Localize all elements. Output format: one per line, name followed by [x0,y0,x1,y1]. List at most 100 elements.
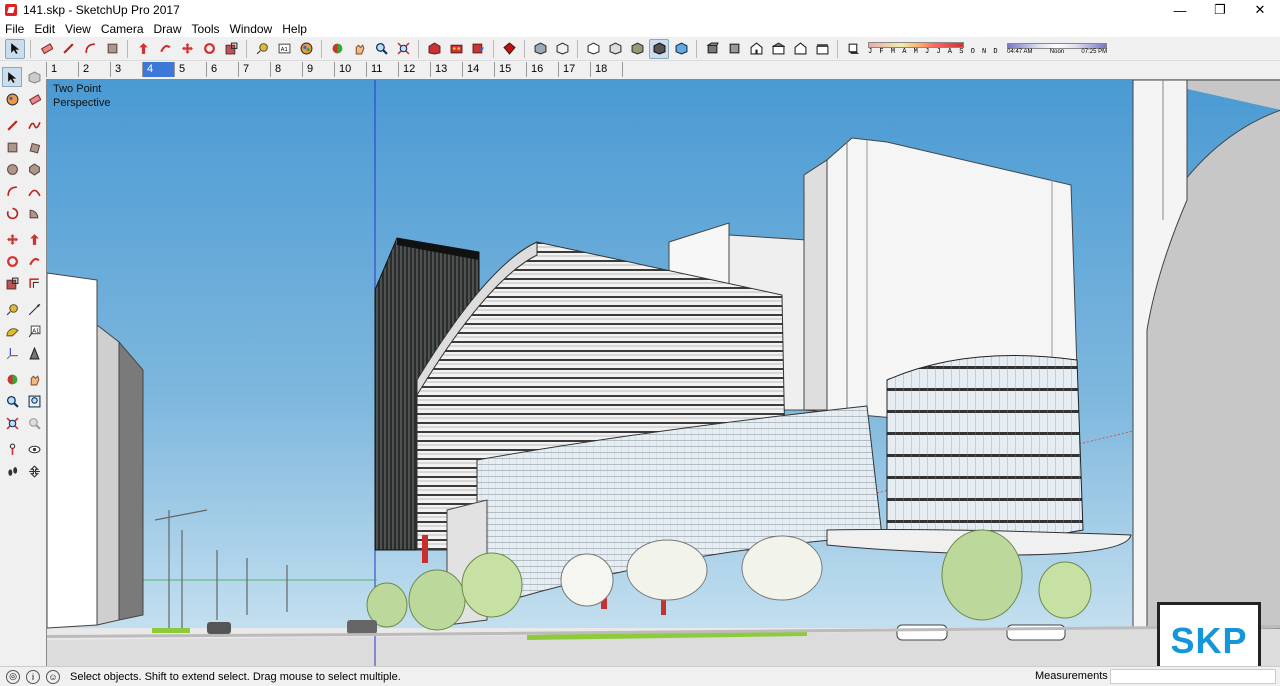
move-tool-button[interactable] [177,39,197,59]
user-account-icon[interactable]: ☺ [46,669,60,684]
scene-tab-12[interactable]: 12 [398,62,430,77]
shape-tool-button[interactable] [102,39,122,59]
zoom-tool-button[interactable] [371,39,391,59]
front-view-button[interactable] [746,39,766,59]
left-view-button[interactable] [812,39,832,59]
paint-bucket-tool[interactable] [2,89,22,109]
arc-tool[interactable] [2,181,22,201]
line-tool-button[interactable] [58,39,78,59]
scene-tab-2[interactable]: 2 [78,62,110,77]
back-view-button[interactable] [790,39,810,59]
select-tool-button[interactable] [5,38,25,59]
menu-view[interactable]: View [60,22,96,36]
pan-tool[interactable] [24,369,44,389]
scene-tab-8[interactable]: 8 [270,62,302,77]
measurements-input[interactable] [1110,669,1276,684]
shaded-textures-style-button[interactable] [649,38,669,59]
shadow-date-slider[interactable]: J F M A M J J A S O N D [868,41,999,56]
credits-info-icon[interactable]: i [26,669,40,684]
extension-warehouse-button[interactable] [446,39,466,59]
textured-style-button[interactable] [627,39,647,59]
look-around-tool[interactable] [24,439,44,459]
scene-tab-14[interactable]: 14 [462,62,494,77]
pan-tool-button[interactable] [349,39,369,59]
section-plane-tool[interactable] [24,461,44,481]
scene-tab-3[interactable]: 3 [110,62,142,77]
menu-tools[interactable]: Tools [187,22,225,36]
zoom-tool[interactable] [2,391,22,411]
position-camera-tool[interactable] [2,439,22,459]
text-tool[interactable]: A1 [24,321,44,341]
shaded-style-button[interactable] [605,39,625,59]
3d-text-tool[interactable] [24,343,44,363]
scale-tool[interactable] [2,273,22,293]
orbit-tool-button[interactable] [327,39,347,59]
protractor-tool[interactable] [2,321,22,341]
scene-tab-15[interactable]: 15 [494,62,526,77]
freehand-tool[interactable] [24,115,44,135]
minimize-button[interactable]: — [1160,0,1200,20]
dimension-tool-button[interactable]: A1 [274,39,294,59]
three-point-arc-tool[interactable] [2,203,22,223]
zoom-extents-tool-button[interactable] [393,39,413,59]
scale-tool-button[interactable] [221,39,241,59]
restore-button[interactable]: ❐ [1200,0,1240,20]
paint-bucket-tool-button[interactable] [296,39,316,59]
zoom-extents-tool[interactable] [2,413,22,433]
push-pull-tool-button[interactable] [133,39,153,59]
walk-tool[interactable] [2,461,22,481]
eraser-tool[interactable] [24,89,44,109]
orbit-tool[interactable] [2,369,22,389]
xray-style-button[interactable] [530,39,550,59]
layout-button[interactable] [499,39,519,59]
menu-help[interactable]: Help [277,22,312,36]
scene-tab-13[interactable]: 13 [430,62,462,77]
rotate-tool[interactable] [2,251,22,271]
share-model-button[interactable] [468,39,488,59]
menu-draw[interactable]: Draw [149,22,187,36]
axes-tool[interactable] [2,343,22,363]
polygon-tool[interactable] [24,159,44,179]
rotate-tool-button[interactable] [199,39,219,59]
two-point-arc-tool[interactable] [24,181,44,201]
menu-file[interactable]: File [0,22,29,36]
zoom-window-tool[interactable] [24,391,44,411]
top-view-button[interactable] [724,39,744,59]
pie-tool[interactable] [24,203,44,223]
tape-measure-tool-button[interactable] [252,39,272,59]
shadows-toggle-button[interactable] [843,39,863,59]
scene-tab-5[interactable]: 5 [174,62,206,77]
hidden-line-style-button[interactable] [583,39,603,59]
model-viewport[interactable]: Two Point Perspective SKP [46,79,1280,666]
push-pull-tool[interactable] [24,229,44,249]
scene-tab-4[interactable]: 4 [142,62,174,77]
menu-camera[interactable]: Camera [96,22,149,36]
follow-me-tool[interactable] [24,251,44,271]
right-view-button[interactable] [768,39,788,59]
move-tool[interactable] [2,229,22,249]
tape-measure-tool[interactable] [2,299,22,319]
rectangle-tool[interactable] [2,137,22,157]
rotated-rectangle-tool[interactable] [24,137,44,157]
monochrome-style-button[interactable] [671,39,691,59]
menu-edit[interactable]: Edit [29,22,60,36]
scene-tab-7[interactable]: 7 [238,62,270,77]
scene-tab-17[interactable]: 17 [558,62,590,77]
scene-tab-10[interactable]: 10 [334,62,366,77]
close-button[interactable]: ✕ [1240,0,1280,20]
select-tool[interactable] [2,67,22,87]
make-component-tool[interactable] [24,67,44,87]
scene-tab-9[interactable]: 9 [302,62,334,77]
scene-tab-11[interactable]: 11 [366,62,398,77]
circle-tool[interactable] [2,159,22,179]
dimension-tool[interactable] [24,299,44,319]
arc-tool-button[interactable] [80,39,100,59]
geo-location-icon[interactable]: ◎ [6,669,20,684]
wireframe-style-button[interactable] [552,39,572,59]
line-tool[interactable] [2,115,22,135]
previous-view-tool[interactable] [24,413,44,433]
scene-tab-1[interactable]: 1 [46,62,78,77]
scene-tab-16[interactable]: 16 [526,62,558,77]
offset-tool[interactable] [24,273,44,293]
eraser-tool-button[interactable] [36,39,56,59]
